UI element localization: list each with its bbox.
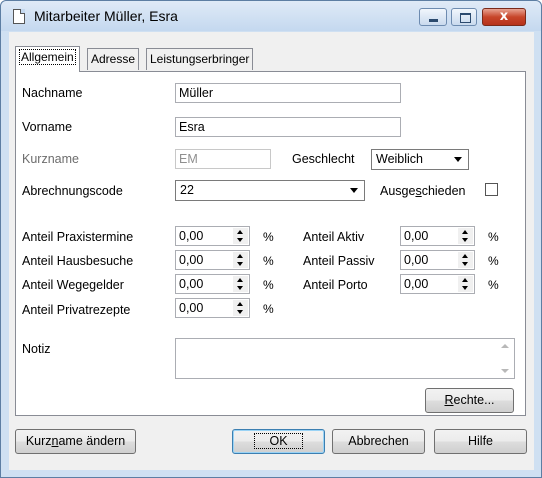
spin-up-icon[interactable] <box>233 252 248 260</box>
spin-down-icon[interactable] <box>233 236 248 244</box>
kurzname-field: EM <box>175 149 271 169</box>
ok-label: OK <box>254 433 303 449</box>
geschlecht-select[interactable]: Weiblich <box>371 149 469 170</box>
tab-allgemein[interactable]: Allgemein <box>15 46 80 72</box>
maximize-button[interactable] <box>451 8 477 26</box>
anteil-wegegelder-label: Anteil Wegegelder <box>22 278 124 292</box>
anteil-porto-spinner[interactable]: 0,00 <box>400 274 475 294</box>
anteil-privatrezepte-value: 0,00 <box>179 301 204 315</box>
anteil-aktiv-value: 0,00 <box>404 229 429 243</box>
spin-down-icon[interactable] <box>233 308 248 316</box>
nachname-field[interactable]: Müller <box>175 83 401 103</box>
anteil-porto-label: Anteil Porto <box>303 278 368 292</box>
tab-leistungserbringer[interactable]: Leistungserbringer <box>146 48 254 70</box>
spin-up-icon[interactable] <box>233 300 248 308</box>
kurzname-aendern-button[interactable]: Kurzname ändern <box>15 429 136 454</box>
spin-down-icon[interactable] <box>233 260 248 268</box>
dialog-client-area: Allgemein Adresse Leistungserbringer Nac… <box>9 32 534 470</box>
percent-sign: % <box>488 278 499 292</box>
vorname-field[interactable]: Esra <box>175 117 401 137</box>
hilfe-button[interactable]: Hilfe <box>434 429 527 454</box>
abbrechen-button[interactable]: Abbrechen <box>332 429 425 454</box>
percent-sign: % <box>263 254 274 268</box>
anteil-hausbesuche-value: 0,00 <box>179 253 204 267</box>
spin-up-icon[interactable] <box>233 276 248 284</box>
notiz-label: Notiz <box>22 342 51 356</box>
geschlecht-label: Geschlecht <box>292 152 355 166</box>
ausgeschieden-checkbox[interactable] <box>485 183 498 196</box>
anteil-aktiv-label: Anteil Aktiv <box>303 230 365 244</box>
percent-sign: % <box>263 278 274 292</box>
spin-down-icon[interactable] <box>458 260 473 268</box>
chevron-down-icon[interactable] <box>347 183 362 198</box>
anteil-privatrezepte-label: Anteil Privatrezepte <box>22 303 131 317</box>
anteil-passiv-value: 0,00 <box>404 253 429 267</box>
abrechnungscode-select[interactable]: 22 <box>175 180 365 201</box>
spin-down-icon[interactable] <box>458 236 473 244</box>
anteil-privatrezepte-spinner[interactable]: 0,00 <box>175 298 250 318</box>
minimize-button[interactable] <box>419 8 447 26</box>
title-bar: Mitarbeiter Müller, Esra x <box>1 1 541 31</box>
spin-up-icon[interactable] <box>458 252 473 260</box>
chevron-down-icon[interactable] <box>451 152 466 167</box>
close-icon: x <box>499 9 509 24</box>
kurzname-label: Kurzname <box>22 152 79 166</box>
anteil-passiv-spinner[interactable]: 0,00 <box>400 250 475 270</box>
anteil-praxistermine-label: Anteil Praxistermine <box>22 230 134 244</box>
anteil-hausbesuche-label: Anteil Hausbesuche <box>22 254 134 268</box>
spin-up-icon[interactable] <box>458 228 473 236</box>
anteil-passiv-label: Anteil Passiv <box>303 254 375 268</box>
percent-sign: % <box>488 254 499 268</box>
document-icon <box>13 9 25 24</box>
spin-down-icon[interactable] <box>458 284 473 292</box>
spin-down-icon[interactable] <box>233 284 248 292</box>
dialog-window: Mitarbeiter Müller, Esra x Allgemein Adr… <box>0 0 542 478</box>
tab-panel-allgemein: Nachname Müller Vorname Esra Kurzname EM… <box>15 71 526 416</box>
vorname-label: Vorname <box>22 120 73 134</box>
abrechnungscode-value: 22 <box>180 183 194 197</box>
percent-sign: % <box>263 302 274 316</box>
spin-up-icon[interactable] <box>458 276 473 284</box>
anteil-wegegelder-value: 0,00 <box>179 277 204 291</box>
anteil-praxistermine-value: 0,00 <box>179 229 204 243</box>
anteil-hausbesuche-spinner[interactable]: 0,00 <box>175 250 250 270</box>
percent-sign: % <box>488 230 499 244</box>
anteil-praxistermine-spinner[interactable]: 0,00 <box>175 226 250 246</box>
tab-adresse-label: Adresse <box>91 52 136 66</box>
tab-allgemein-label: Allgemein <box>19 49 76 65</box>
close-button[interactable]: x <box>482 8 526 26</box>
notiz-scrollbar[interactable] <box>497 339 514 378</box>
anteil-wegegelder-spinner[interactable]: 0,00 <box>175 274 250 294</box>
tab-leistungserbringer-label: Leistungserbringer <box>150 52 250 66</box>
ok-button[interactable]: OK <box>232 429 325 454</box>
notiz-textarea[interactable] <box>175 338 515 379</box>
tab-adresse[interactable]: Adresse <box>87 48 140 70</box>
rechte-button[interactable]: Rechte... <box>425 388 514 413</box>
percent-sign: % <box>263 230 274 244</box>
nachname-label: Nachname <box>22 86 83 100</box>
ausgeschieden-label: Ausgeschieden <box>380 184 466 198</box>
abrechnungscode-label: Abrechnungscode <box>22 184 123 198</box>
scroll-down-icon[interactable] <box>501 369 509 373</box>
geschlecht-value: Weiblich <box>376 152 424 166</box>
scroll-up-icon[interactable] <box>501 344 509 348</box>
spin-up-icon[interactable] <box>233 228 248 236</box>
anteil-porto-value: 0,00 <box>404 277 429 291</box>
window-title: Mitarbeiter Müller, Esra <box>34 8 178 24</box>
anteil-aktiv-spinner[interactable]: 0,00 <box>400 226 475 246</box>
